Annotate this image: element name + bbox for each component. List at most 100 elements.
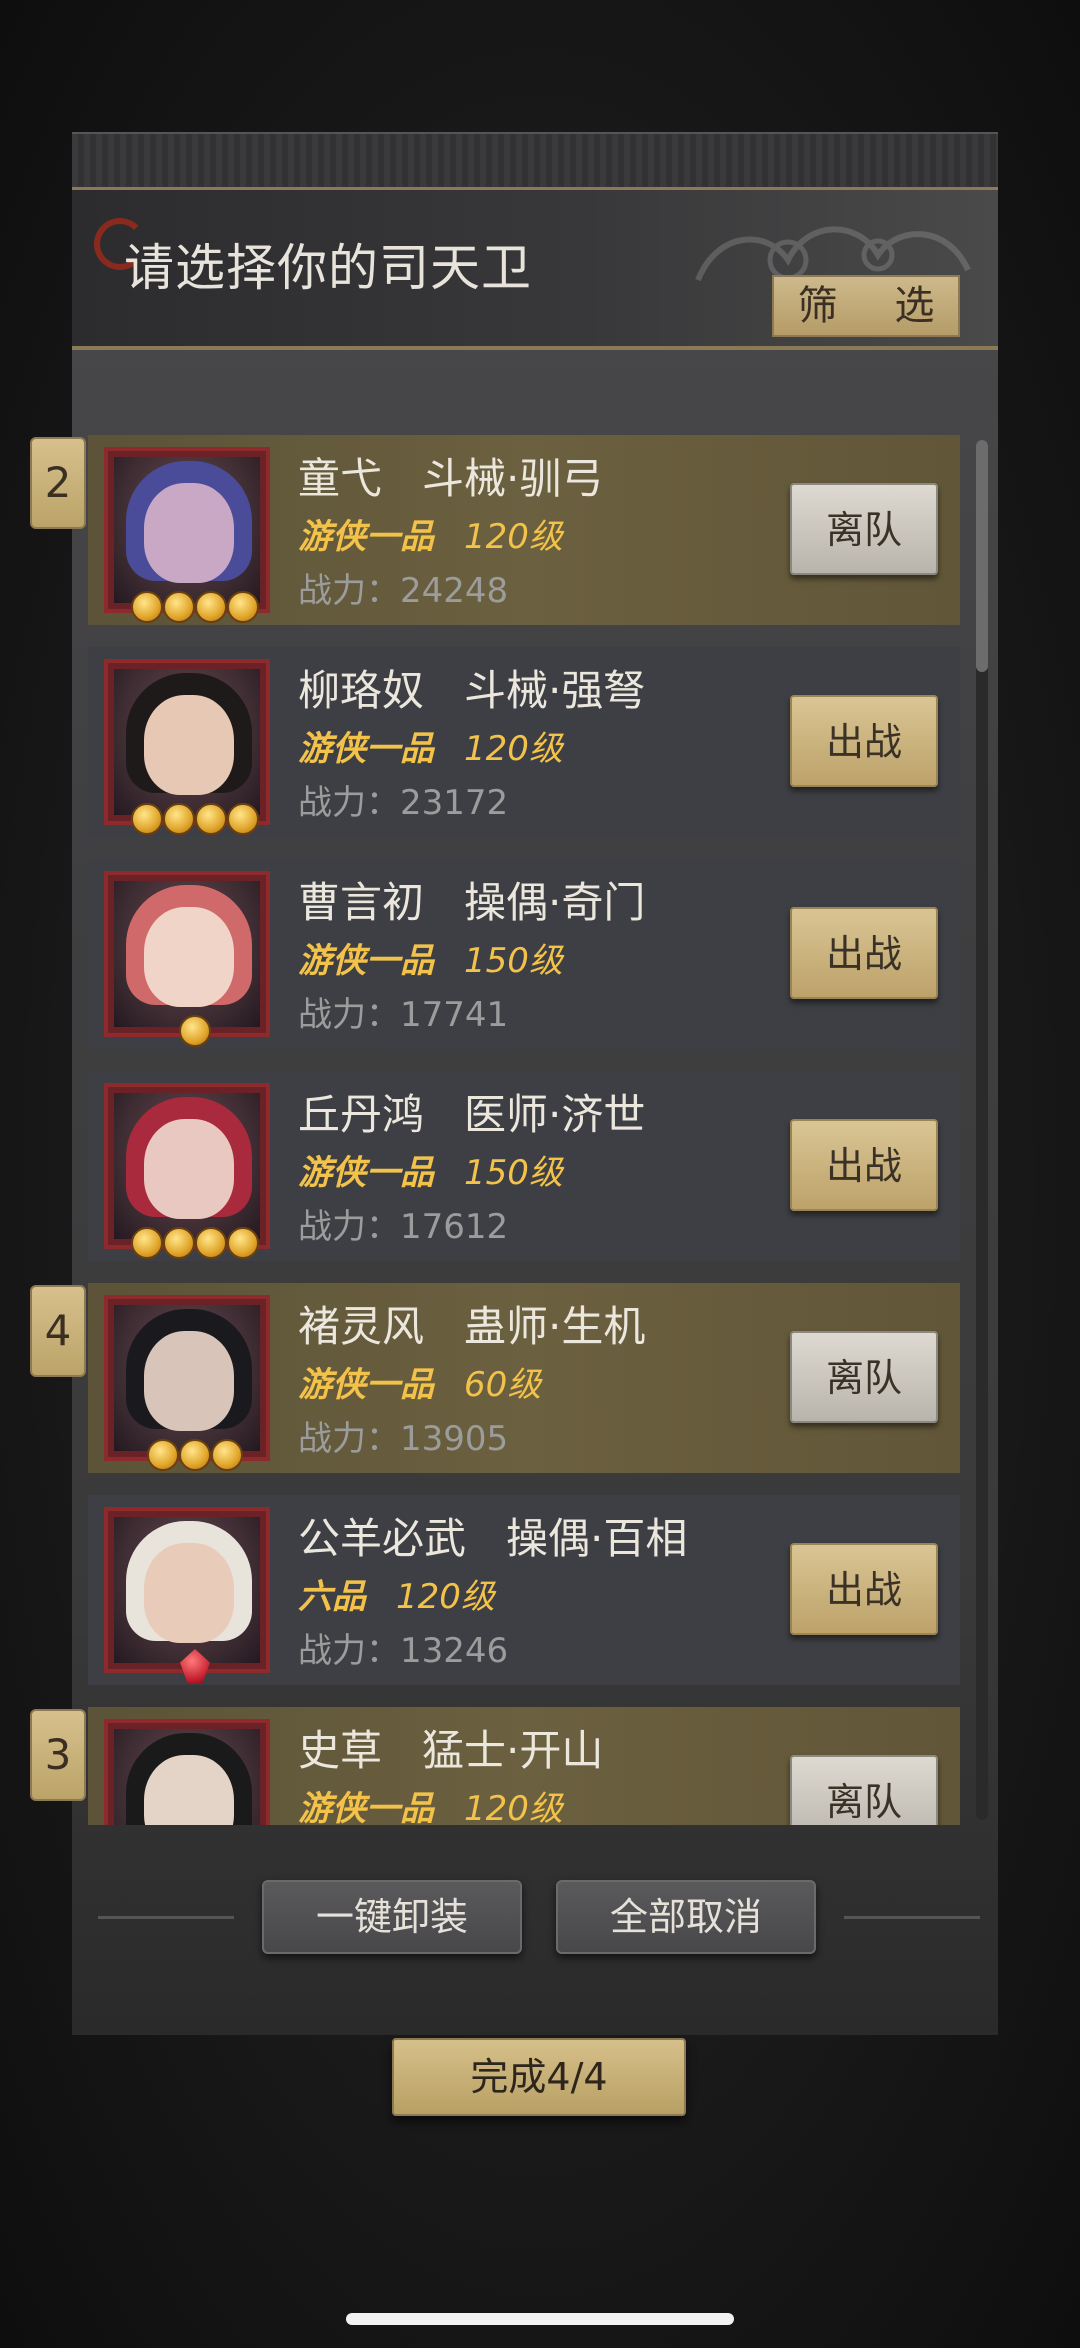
filter-button[interactable]: 筛 选 [772, 275, 960, 337]
leave-team-button[interactable]: 离队 [790, 1331, 938, 1423]
character-power: 战力：17612 [298, 1207, 509, 1247]
character-portrait [104, 447, 270, 623]
team-slot-badge: 3 [30, 1709, 86, 1801]
character-name-line: 曹言初 操偶·奇门 [298, 869, 645, 930]
character-portrait [104, 1083, 270, 1259]
portrait-art [114, 1729, 260, 1825]
character-rank: 游侠一品 [298, 1365, 434, 1405]
character-level: 150级 [464, 1153, 563, 1193]
character-rank-line: 游侠一品 120级 [298, 1781, 563, 1825]
character-power: 战力：13246 [298, 1631, 509, 1671]
character-name: 丘丹鸿 [298, 1090, 425, 1139]
character-rank: 六品 [298, 1577, 366, 1617]
list-scrollbar[interactable] [976, 440, 988, 1820]
character-name-line: 史草 猛士·开山 [298, 1717, 603, 1778]
star-rating [108, 803, 282, 843]
character-name: 公羊必武 [298, 1514, 467, 1563]
leave-team-button[interactable]: 离队 [790, 1755, 938, 1825]
character-class: 操偶·奇门 [464, 878, 646, 927]
portrait-art [114, 881, 260, 1027]
character-card[interactable]: 曹言初 操偶·奇门 游侠一品 150级 战力：17741 出战 [88, 859, 960, 1049]
star-rating [108, 1439, 282, 1479]
portrait-face [144, 483, 234, 583]
character-name: 曹言初 [298, 878, 425, 927]
portrait-art [114, 669, 260, 815]
portrait-face [144, 1755, 234, 1825]
character-card[interactable]: 童弋 斗械·驯弓 游侠一品 120级 战力：24248 离队 [88, 435, 960, 625]
character-class: 操偶·百相 [506, 1514, 688, 1563]
gold-star-icon [227, 1227, 259, 1259]
character-name-line: 丘丹鸿 医师·济世 [298, 1081, 645, 1142]
portrait-art [114, 457, 260, 603]
unequip-all-button[interactable]: 一键卸装 [262, 1880, 522, 1954]
star-rating [108, 591, 282, 631]
portrait-face [144, 695, 234, 795]
gold-star-icon [227, 591, 259, 623]
divider-right [844, 1916, 980, 1919]
character-rank-line: 游侠一品 60级 [298, 1357, 541, 1406]
character-card[interactable]: 褚灵风 蛊师·生机 游侠一品 60级战力：13905 离队 [88, 1283, 960, 1473]
gold-star-icon [163, 803, 195, 835]
character-level: 60级 [464, 1365, 542, 1405]
home-indicator[interactable] [346, 2313, 734, 2325]
character-rank-line: 游侠一品 150级 [298, 933, 563, 982]
portrait-face [144, 1119, 234, 1219]
portrait-art [114, 1093, 260, 1239]
gold-star-icon [131, 1227, 163, 1259]
character-rank: 游侠一品 [298, 1153, 434, 1193]
character-rank: 游侠一品 [298, 729, 434, 769]
character-portrait [104, 1719, 270, 1825]
cancel-all-button[interactable]: 全部取消 [556, 1880, 816, 1954]
character-card[interactable]: 丘丹鸿 医师·济世 游侠一品 150级 战力：17612 出战 [88, 1071, 960, 1261]
deploy-button[interactable]: 出战 [790, 1543, 938, 1635]
character-rank: 游侠一品 [298, 517, 434, 557]
character-rank-line: 游侠一品 120级 [298, 509, 563, 558]
character-name: 史草 [298, 1726, 383, 1775]
deploy-button[interactable]: 出战 [790, 695, 938, 787]
gold-star-icon [195, 591, 227, 623]
character-card[interactable]: 公羊必武 操偶·百相 六品 120级战力：13246 出战 [88, 1495, 960, 1685]
character-card[interactable]: 史草 猛士·开山 游侠一品 120级 离队 [88, 1707, 960, 1825]
gold-star-icon [131, 803, 163, 835]
scrollbar-thumb[interactable] [976, 440, 988, 672]
star-rating [108, 1649, 282, 1691]
character-class: 斗械·强弩 [464, 666, 646, 715]
panel-top-border [72, 132, 998, 190]
page-title: 请选择你的司天卫 [124, 239, 532, 297]
character-power: 战力：23172 [298, 783, 509, 823]
character-power: 战力：13905 [298, 1419, 509, 1459]
gold-star-icon [227, 803, 259, 835]
character-card[interactable]: 柳珞奴 斗械·强弩游侠一品 120级战力：23172 出战 [88, 647, 960, 837]
deploy-button[interactable]: 出战 [790, 907, 938, 999]
character-rank-line: 游侠一品 120级 [298, 721, 563, 770]
portrait-art [114, 1517, 260, 1663]
gold-star-icon [147, 1439, 179, 1471]
character-name-line: 柳珞奴 斗械·强弩 [298, 657, 645, 718]
character-level: 120级 [464, 729, 563, 769]
character-class: 医师·济世 [464, 1090, 646, 1139]
team-slot-badge: 2 [30, 437, 86, 529]
character-list[interactable]: 童弋 斗械·驯弓 游侠一品 120级 战力：24248 离队 柳珞奴 斗械·强弩 游侠一品 120… [88, 435, 960, 1825]
character-rank-line: 六品 120级 [298, 1569, 495, 1618]
leave-team-button[interactable]: 离队 [790, 483, 938, 575]
character-name: 童弋 [298, 454, 383, 503]
character-class: 蛊师·生机 [464, 1302, 646, 1351]
gold-star-icon [131, 591, 163, 623]
character-portrait [104, 1507, 270, 1683]
deploy-button[interactable]: 出战 [790, 1119, 938, 1211]
screen: 请选择你的司天卫 筛 选 童弋 斗械·驯弓 游侠一品 120级 战力：24248 离队 柳珞… [0, 0, 1080, 2348]
red-gem-icon [180, 1649, 210, 1683]
character-rank-line: 游侠一品 150级 [298, 1145, 563, 1194]
gold-star-icon [163, 1227, 195, 1259]
gold-star-icon [179, 1015, 211, 1047]
character-name-line: 公羊必武 操偶·百相 [298, 1505, 687, 1566]
character-name: 褚灵风 [298, 1302, 425, 1351]
done-button[interactable]: 完成4/4 [392, 2038, 686, 2116]
gold-star-icon [211, 1439, 243, 1471]
character-portrait [104, 1295, 270, 1471]
gold-star-icon [163, 591, 195, 623]
panel-header: 请选择你的司天卫 筛 选 [72, 190, 998, 350]
character-rank: 游侠一品 [298, 941, 434, 981]
character-class: 斗械·驯弓 [422, 454, 604, 503]
divider-left [98, 1916, 234, 1919]
